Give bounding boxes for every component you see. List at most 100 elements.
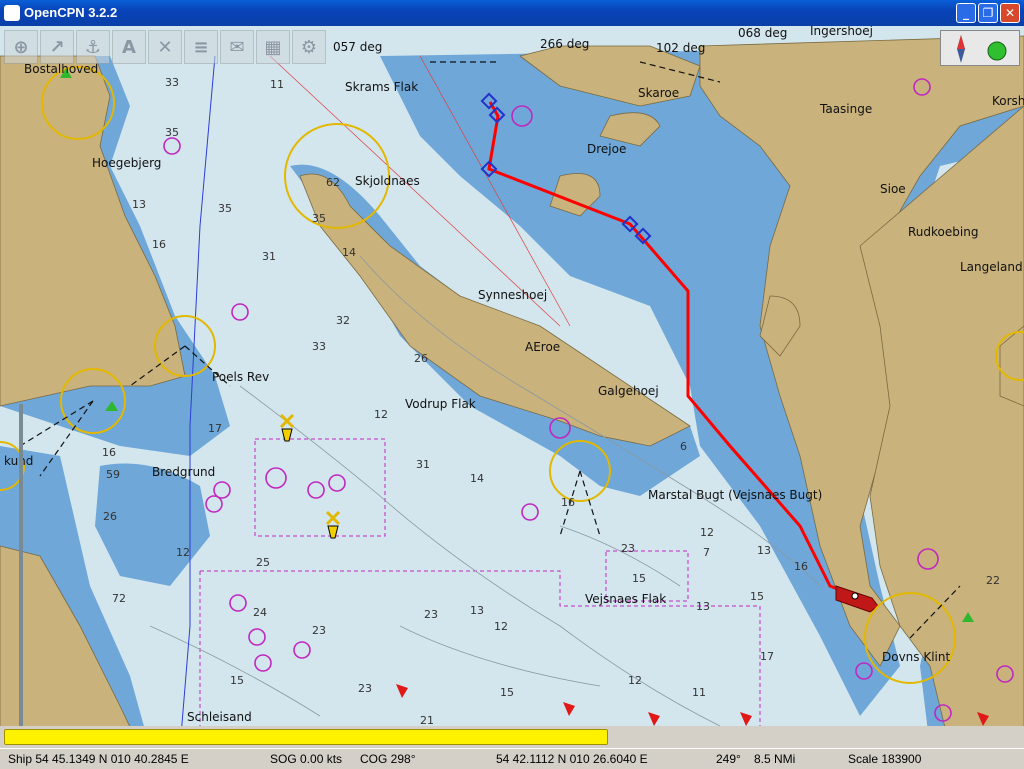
maximize-button[interactable]: ❐ bbox=[978, 3, 998, 23]
depth-sounding: 13 bbox=[696, 600, 710, 613]
text-icon[interactable]: A bbox=[112, 30, 146, 64]
label-galgehoej: Galgehoej bbox=[598, 384, 659, 398]
cardinal-buoys bbox=[279, 413, 341, 539]
depth-sounding: 12 bbox=[628, 674, 642, 687]
title-bar: OpenCPN 3.2.2 _ ❐ ✕ bbox=[0, 0, 1024, 26]
label-marstal-bugt: Marstal Bugt (Vejsnaes Bugt) bbox=[648, 488, 823, 502]
depth-sounding: 15 bbox=[632, 572, 646, 585]
label-102-deg: 102 deg bbox=[656, 41, 706, 55]
label-langeland: Langeland bbox=[960, 260, 1023, 274]
depth-sounding: 23 bbox=[424, 608, 438, 621]
depth-sounding: 15 bbox=[750, 590, 764, 603]
label-266-deg: 266 deg bbox=[540, 37, 590, 51]
depth-sounding: 14 bbox=[342, 246, 356, 259]
label-schleisand: Schleisand bbox=[187, 710, 252, 724]
label-synneshoej: Synneshoej bbox=[478, 288, 548, 302]
cross-icon[interactable]: ✕ bbox=[148, 30, 182, 64]
label-bredgrund: Bredgrund bbox=[152, 465, 216, 479]
route-icon[interactable]: ↗ bbox=[40, 30, 74, 64]
label-drejoe: Drejoe bbox=[587, 142, 627, 156]
depth-sounding: 22 bbox=[986, 574, 1000, 587]
depth-sounding: 15 bbox=[500, 686, 514, 699]
compass-widget[interactable] bbox=[940, 30, 1020, 66]
depth-sounding: 15 bbox=[230, 674, 244, 687]
scale-readout: Scale 183900 bbox=[848, 752, 922, 766]
anchor-icon[interactable]: ⚓ bbox=[76, 30, 110, 64]
depth-sounding: 16 bbox=[102, 446, 116, 459]
label-aeroe: AEroe bbox=[525, 340, 561, 354]
layers-icon[interactable]: ≡ bbox=[184, 30, 218, 64]
depth-sounding: 12 bbox=[374, 408, 388, 421]
depth-sounding: 31 bbox=[262, 250, 276, 263]
label-068-deg: 068 deg bbox=[738, 26, 788, 40]
depth-sounding: 26 bbox=[414, 352, 428, 365]
depth-sounding: 35 bbox=[218, 202, 232, 215]
label-skjoldnaes: Skjoldnaes bbox=[355, 174, 420, 188]
depth-sounding: 25 bbox=[256, 556, 270, 569]
depth-sounding: 13 bbox=[757, 544, 771, 557]
window-title: OpenCPN 3.2.2 bbox=[24, 5, 118, 20]
depth-sounding: 7 bbox=[703, 546, 710, 559]
depth-sounding: 24 bbox=[253, 606, 267, 619]
depth-sounding: 12 bbox=[176, 546, 190, 559]
bearing-readout: 249° bbox=[716, 752, 741, 766]
main-toolbar: ⊕ ↗ ⚓ A ✕ ≡ ✉ ▦ ⚙ bbox=[4, 30, 326, 66]
zoom-in-icon[interactable]: ⊕ bbox=[4, 30, 38, 64]
compass-rose-icon bbox=[957, 35, 1007, 63]
depth-sounding: 33 bbox=[312, 340, 326, 353]
app-icon bbox=[4, 5, 20, 21]
status-bar: Ship 54 45.1349 N 010 40.2845 E SOG 0.00… bbox=[0, 748, 1024, 769]
depth-sounding: 23 bbox=[358, 682, 372, 695]
label-057-deg: 057 deg bbox=[333, 40, 383, 54]
minimize-button[interactable]: _ bbox=[956, 3, 976, 23]
label-sioe: Sioe bbox=[880, 182, 906, 196]
cog-readout: COG 298° bbox=[360, 752, 416, 766]
depth-sounding: 59 bbox=[106, 468, 120, 481]
label-dovns-klint: Dovns Klint bbox=[882, 650, 951, 664]
label-vodrup-flak: Vodrup Flak bbox=[405, 397, 476, 411]
depth-sounding: 35 bbox=[165, 126, 179, 139]
settings-icon[interactable]: ⚙ bbox=[292, 30, 326, 64]
depth-sounding: 23 bbox=[312, 624, 326, 637]
label-poels-rev: Poels Rev bbox=[212, 370, 270, 384]
ship-position: Ship 54 45.1349 N 010 40.2845 E bbox=[8, 752, 189, 766]
depth-sounding: 11 bbox=[270, 78, 284, 91]
label-rudkoebing: Rudkoebing bbox=[908, 225, 979, 239]
depth-sounding: 26 bbox=[103, 510, 117, 523]
grid-icon[interactable]: ▦ bbox=[256, 30, 290, 64]
depth-sounding: 12 bbox=[700, 526, 714, 539]
depth-sounding: 13 bbox=[470, 604, 484, 617]
label-skaroe: Skaroe bbox=[638, 86, 680, 100]
chart-canvas[interactable]: Skrams Flak Skjoldnaes Hoegebjerg Synnes… bbox=[0, 26, 1024, 748]
cursor-position: 54 42.1112 N 010 26.6040 E bbox=[496, 752, 648, 766]
depth-sounding: 16 bbox=[794, 560, 808, 573]
depth-sounding: 17 bbox=[760, 650, 774, 663]
depth-sounding: 16 bbox=[561, 496, 575, 509]
label-taasinge: Taasinge bbox=[820, 102, 873, 116]
depth-sounding: 35 bbox=[312, 212, 326, 225]
depth-sounding: 16 bbox=[152, 238, 166, 251]
depth-sounding: 11 bbox=[692, 686, 706, 699]
close-button[interactable]: ✕ bbox=[1000, 3, 1020, 23]
sog-readout: SOG 0.00 kts bbox=[270, 752, 343, 766]
depth-sounding: 62 bbox=[326, 176, 340, 189]
chart-load-progress bbox=[0, 726, 1024, 748]
progress-bar-fill bbox=[4, 729, 608, 745]
distance-readout: 8.5 NMi bbox=[754, 752, 796, 766]
depth-sounding: 17 bbox=[208, 422, 222, 435]
nautical-chart[interactable] bbox=[0, 26, 1024, 748]
label-ingershoej: Ingershoej bbox=[810, 26, 873, 38]
depth-sounding: 31 bbox=[416, 458, 430, 471]
depth-sounding: 6 bbox=[680, 440, 687, 453]
label-hoegebjerg: Hoegebjerg bbox=[92, 156, 162, 170]
depth-sounding: 13 bbox=[132, 198, 146, 211]
depth-sounding: 12 bbox=[494, 620, 508, 633]
depth-sounding: 72 bbox=[112, 592, 126, 605]
label-skrams-flak: Skrams Flak bbox=[345, 80, 419, 94]
label-vejsnaes-flak: Vejsnaes Flak bbox=[585, 592, 667, 606]
depth-sounding: 23 bbox=[621, 542, 635, 555]
depth-sounding: 33 bbox=[165, 76, 179, 89]
envelope-icon[interactable]: ✉ bbox=[220, 30, 254, 64]
depth-sounding: 32 bbox=[336, 314, 350, 327]
quilt-scroll-track[interactable] bbox=[19, 404, 23, 744]
